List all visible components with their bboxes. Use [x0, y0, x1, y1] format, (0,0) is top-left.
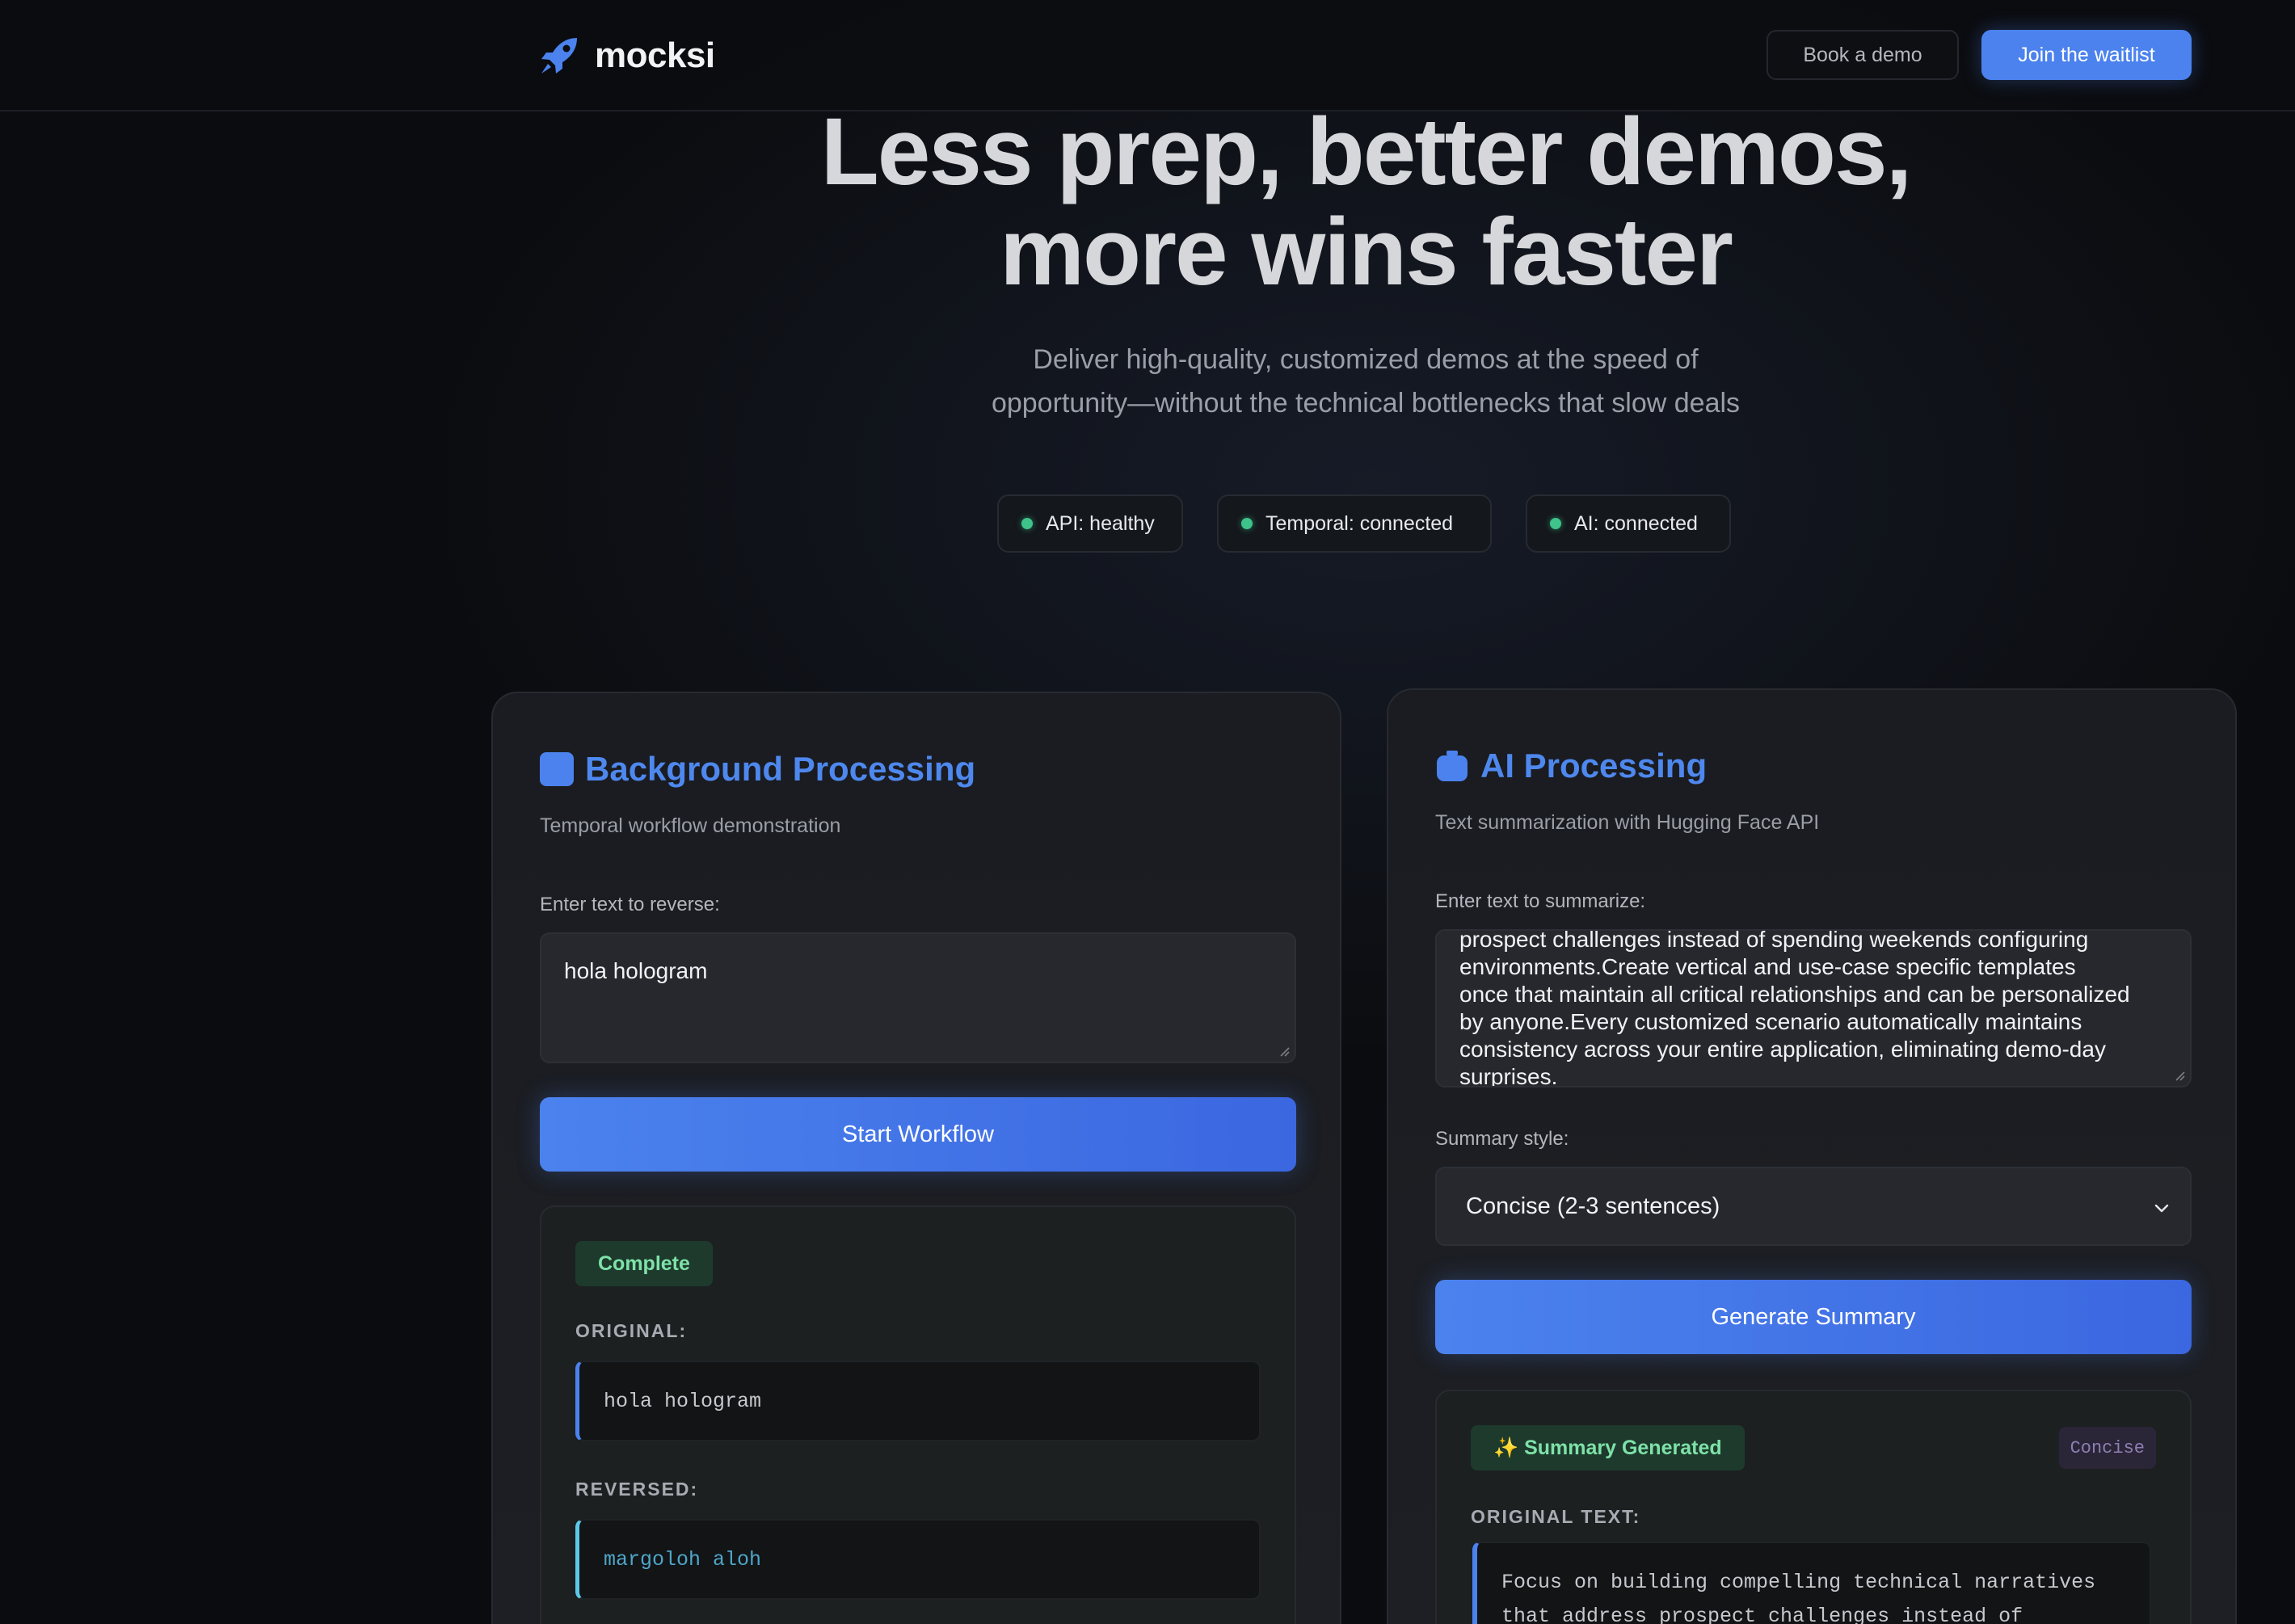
- summary-generated-badge: ✨ Summary Generated: [1471, 1425, 1745, 1470]
- workflow-result-panel: Complete ORIGINAL: hola hologram REVERSE…: [540, 1205, 1296, 1624]
- summary-style-badge: Concise: [2058, 1427, 2156, 1469]
- summarize-text-line: prospect challenges instead of spending …: [1459, 929, 2089, 952]
- original-text-label: ORIGINAL TEXT:: [1471, 1506, 1641, 1527]
- blue-square-icon: [540, 752, 574, 786]
- card-subtitle: Text summarization with Hugging Face API: [1435, 811, 1820, 834]
- rocket-icon: [541, 38, 577, 74]
- summarize-text-line: surprises.: [1459, 1064, 1558, 1088]
- start-workflow-button[interactable]: Start Workflow: [540, 1097, 1296, 1172]
- status-dot-icon: [1550, 518, 1561, 529]
- summary-style-value: Concise (2-3 sentences): [1466, 1193, 1720, 1219]
- robot-icon: [1437, 751, 1468, 781]
- status-chip-label: API: healthy: [1046, 511, 1155, 535]
- summarize-text-line: by anyone.Every customized scenario auto…: [1459, 1009, 2082, 1034]
- page: mocksi Book a demo Join the waitlist Les…: [0, 0, 2295, 1624]
- book-demo-button[interactable]: Book a demo: [1767, 30, 1959, 80]
- summarize-text-value: prospect challenges instead of spending …: [1459, 929, 2167, 1088]
- reversed-value-box: margoloh aloh: [575, 1519, 1261, 1600]
- original-value-box: hola hologram: [575, 1361, 1261, 1441]
- background-processing-card: Background Processing Temporal workflow …: [491, 692, 1341, 1624]
- resize-grip-icon[interactable]: [1278, 1046, 1290, 1057]
- summary-style-select[interactable]: Concise (2-3 sentences): [1435, 1167, 2192, 1246]
- original-value: hola hologram: [604, 1389, 762, 1413]
- ai-processing-card: AI Processing Text summarization with Hu…: [1387, 688, 2237, 1624]
- card-title-text: AI Processing: [1480, 747, 1708, 785]
- hero-title-line-2: more wins faster: [1000, 199, 1733, 305]
- status-chip-label: AI: connected: [1574, 511, 1698, 535]
- original-text-box: Focus on building compelling technical n…: [1472, 1542, 2151, 1624]
- card-title: AI Processing: [1435, 747, 1707, 785]
- hero-subtitle-line-2: opportunity—without the technical bottle…: [991, 388, 1741, 419]
- status-chip-temporal: Temporal: connected: [1217, 494, 1492, 553]
- card-subtitle: Temporal workflow demonstration: [540, 814, 841, 837]
- status-row: API: healthy Temporal: connected AI: con…: [0, 494, 2295, 553]
- summarize-text-line: once that maintain all critical relation…: [1459, 982, 2130, 1007]
- summarize-text-line: consistency across your entire applicati…: [1459, 1037, 2106, 1062]
- hero-title-line-1: Less prep, better demos,: [820, 99, 1913, 205]
- generate-summary-button[interactable]: Generate Summary: [1435, 1280, 2192, 1354]
- summary-style-label: Summary style:: [1435, 1128, 1569, 1150]
- summarize-text-line: environments.Create vertical and use-cas…: [1459, 954, 2076, 979]
- summarize-input-label: Enter text to summarize:: [1435, 890, 1646, 912]
- reverse-input-label: Enter text to reverse:: [540, 894, 720, 915]
- original-label: ORIGINAL:: [575, 1320, 688, 1341]
- complete-status-badge: Complete: [575, 1241, 713, 1286]
- join-waitlist-button[interactable]: Join the waitlist: [1981, 30, 2192, 80]
- hero-subtitle: Deliver high-quality, customized demos a…: [824, 338, 1907, 425]
- resize-grip-icon[interactable]: [2174, 1070, 2185, 1081]
- original-text-line: that address prospect challenges instead…: [1501, 1605, 2023, 1624]
- hero-title: Less prep, better demos, more wins faste…: [663, 102, 2069, 302]
- status-dot-icon: [1241, 518, 1253, 529]
- card-title: Background Processing: [540, 750, 975, 789]
- top-nav: mocksi Book a demo Join the waitlist: [0, 0, 2295, 111]
- original-text-line: Focus on building compelling technical n…: [1501, 1571, 2096, 1594]
- reversed-value: margoloh aloh: [604, 1547, 762, 1571]
- summarize-text-input[interactable]: prospect challenges instead of spending …: [1435, 929, 2192, 1088]
- status-dot-icon: [1021, 518, 1033, 529]
- hero-subtitle-line-1: Deliver high-quality, customized demos a…: [1033, 344, 1699, 375]
- status-chip-api: API: healthy: [997, 494, 1183, 553]
- card-title-text: Background Processing: [585, 750, 976, 788]
- reverse-text-input[interactable]: hola hologram: [540, 932, 1296, 1063]
- brand-logo[interactable]: mocksi: [537, 31, 715, 81]
- reversed-label: REVERSED:: [575, 1479, 699, 1500]
- chevron-down-icon: [2154, 1204, 2169, 1213]
- brand-name: mocksi: [595, 36, 715, 75]
- status-chip-ai: AI: connected: [1526, 494, 1731, 553]
- status-chip-label: Temporal: connected: [1265, 511, 1454, 535]
- reverse-text-value: hola hologram: [564, 958, 708, 983]
